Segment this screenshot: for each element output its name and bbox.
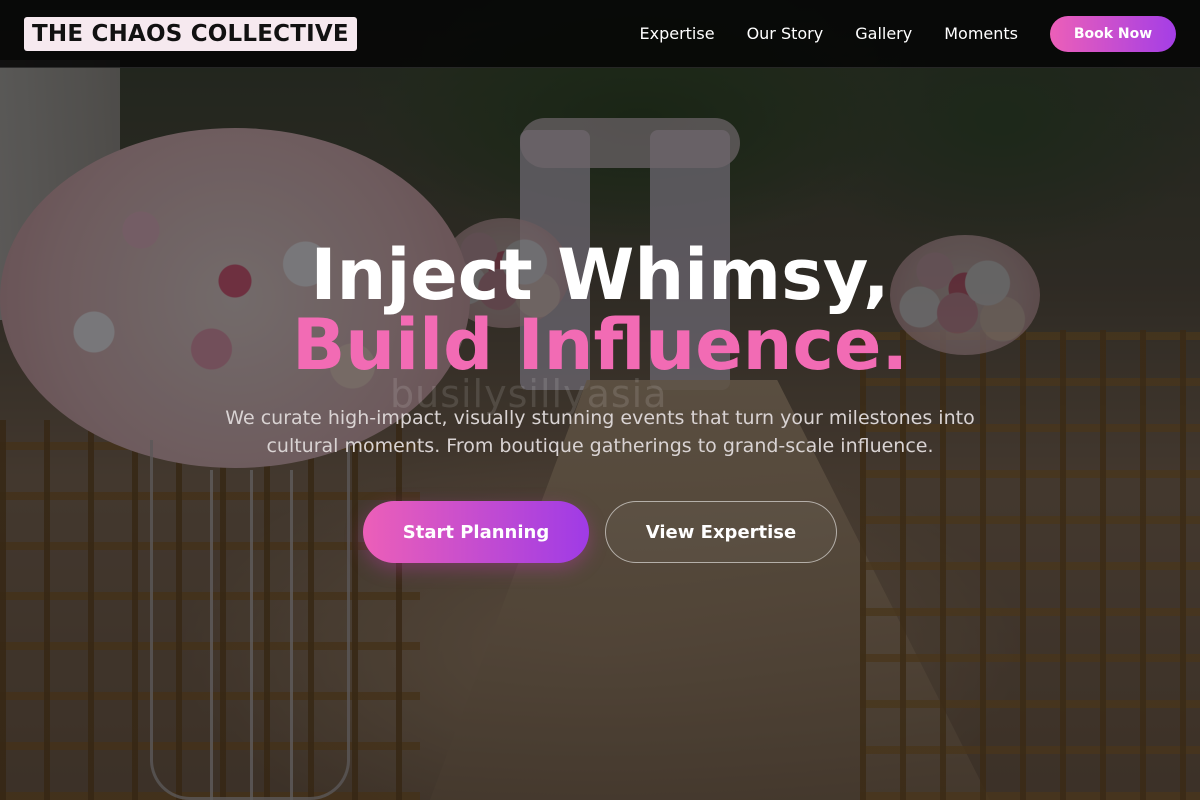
book-now-button[interactable]: Book Now [1050,15,1176,52]
site-header: THE CHAOS COLLECTIVE Expertise Our Story… [0,0,1200,68]
view-expertise-button[interactable]: View Expertise [605,501,837,563]
nav-link-expertise[interactable]: Expertise [640,24,715,43]
site-logo[interactable]: THE CHAOS COLLECTIVE [24,16,357,51]
hero-headline-line1: Inject Whimsy, [310,234,890,316]
main-nav: Expertise Our Story Gallery Moments Book… [640,15,1176,52]
hero-headline-line2: Build Influence. [291,304,909,386]
nav-link-gallery[interactable]: Gallery [855,24,912,43]
nav-link-moments[interactable]: Moments [944,24,1018,43]
nav-link-our-story[interactable]: Our Story [747,24,824,43]
hero-subtitle: We curate high-impact, visually stunning… [225,407,975,457]
start-planning-button[interactable]: Start Planning [363,501,589,563]
hero-section: Inject Whimsy, Build Influence. We curat… [0,0,1200,800]
